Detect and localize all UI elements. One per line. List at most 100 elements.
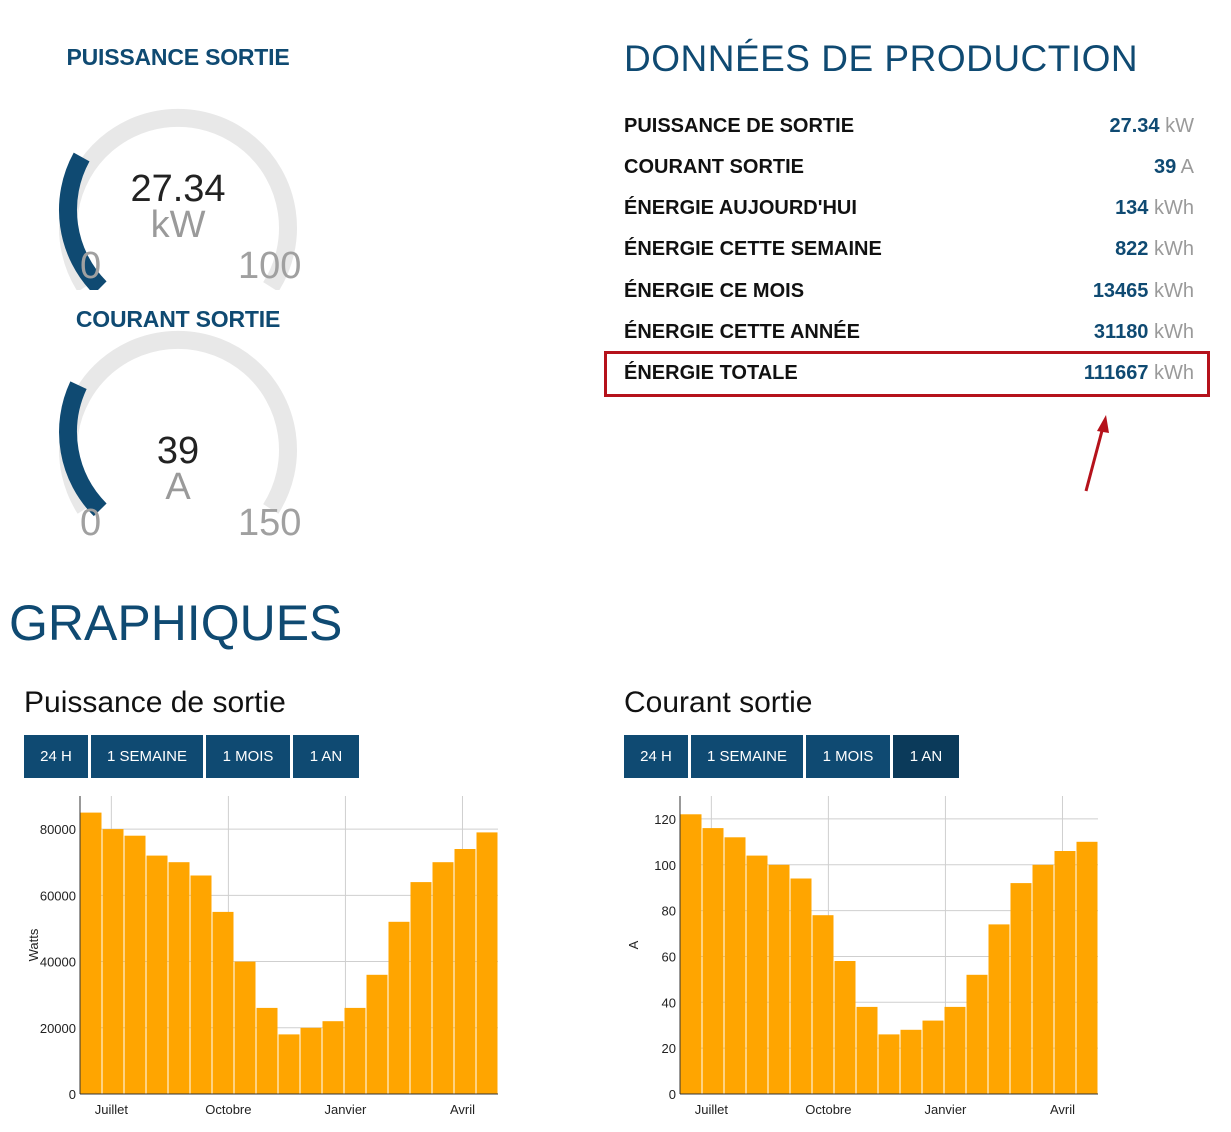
chart-bar (680, 814, 702, 1094)
production-value: 822 kWh (1115, 238, 1194, 261)
x-tick-label: Avril (450, 1102, 475, 1117)
chart-bar (234, 961, 256, 1094)
production-title: DONNÉES DE PRODUCTION (624, 38, 1139, 79)
production-label: ÉNERGIE AUJOURD'HUI (624, 197, 857, 219)
x-tick-label: Octobre (805, 1102, 851, 1117)
gauge-min: 0 (80, 502, 102, 544)
chart-bar (790, 878, 812, 1094)
gauge-max: 100 (238, 245, 302, 287)
chart-bar (768, 864, 790, 1094)
y-tick-label: 80 (662, 904, 676, 919)
chart-title-puissance: Puissance de sortie (24, 686, 286, 719)
chart-bar (212, 911, 234, 1094)
production-label: ÉNERGIE CETTE ANNÉE (624, 321, 860, 343)
production-number: 31180 (1093, 321, 1149, 343)
production-number: 822 (1115, 238, 1149, 260)
gauge-courant: COURANT SORTIE 39 A 0 150 (28, 302, 328, 552)
chart-bar (146, 855, 168, 1094)
chart-bar (834, 961, 856, 1094)
y-tick-label: 0 (669, 1087, 676, 1102)
x-tick-label: Octobre (205, 1102, 251, 1117)
chart-puissance: 0 20000 40000 60000 80000 Juillet Octobre Janvi… (26, 796, 498, 1117)
production-row: COURANT SORTIE 39 A (624, 156, 1194, 186)
production-unit: kWh (1154, 238, 1194, 260)
chart-bar (168, 862, 190, 1094)
chart-bar (878, 1034, 900, 1094)
chart-bar (900, 1029, 922, 1094)
graphs-title: GRAPHIQUES (9, 595, 343, 651)
y-tick-label: 40 (662, 995, 676, 1010)
chart-bar (746, 855, 768, 1094)
range-1-mois-button[interactable]: 1 MOIS (806, 735, 890, 778)
gauge-unit: kW (150, 204, 206, 246)
chart-bar (102, 829, 124, 1094)
production-row: PUISSANCE DE SORTIE 27.34 kW (624, 115, 1194, 145)
production-label: PUISSANCE DE SORTIE (624, 115, 855, 137)
production-number: 13465 (1092, 280, 1149, 302)
production-number: 39 (1153, 156, 1177, 178)
y-axis-label: A (626, 940, 641, 949)
y-tick-label: 20 (662, 1041, 676, 1056)
chart-bar (922, 1020, 944, 1094)
y-axis-label: Watts (26, 928, 41, 961)
gauge-puissance: PUISSANCE SORTIE 27.34 kW 0 100 (28, 40, 328, 290)
chart-bar (432, 862, 454, 1094)
production-number: 27.34 (1109, 115, 1160, 137)
range-24h-button[interactable]: 24 H (24, 735, 88, 778)
chart-bar (388, 921, 410, 1094)
x-tick-label: Janvier (924, 1102, 967, 1117)
chart-bar (322, 1021, 344, 1094)
production-unit: kW (1165, 115, 1194, 137)
chart-bar (724, 837, 746, 1094)
chart-bar (278, 1034, 300, 1094)
production-row: ÉNERGIE CETTE ANNÉE 31180 kWh (624, 321, 1194, 351)
production-row: ÉNERGIE CE MOIS 13465 kWh (624, 280, 1194, 310)
production-unit: A (1180, 156, 1194, 178)
chart-bar (856, 1006, 878, 1094)
y-tick-label: 60 (662, 949, 676, 964)
chart-bars (680, 814, 1098, 1094)
chart-courant: 0 20 40 60 80 100 120 Juillet Octobre Janvier Avri… (626, 796, 1098, 1117)
chart-bar (812, 915, 834, 1094)
production-label: ÉNERGIE CE MOIS (624, 280, 805, 302)
highlight-box (604, 351, 1210, 397)
x-tick-label: Juillet (95, 1102, 129, 1117)
gauge-min: 0 (80, 245, 102, 287)
chart-bar (1054, 851, 1076, 1094)
chart-bar (966, 974, 988, 1094)
y-tick-label: 80000 (40, 822, 76, 837)
chart-bar (344, 1007, 366, 1094)
chart-bar (300, 1027, 322, 1094)
range-1-mois-button[interactable]: 1 MOIS (206, 735, 290, 778)
chart-bar (1032, 864, 1054, 1094)
chart-bars (80, 812, 498, 1094)
chart-bar (454, 849, 476, 1094)
production-number: 134 (1115, 197, 1149, 219)
range-1-an-button[interactable]: 1 AN (293, 735, 359, 778)
production-value: 31180 kWh (1094, 321, 1194, 344)
annotation-arrow-icon (1084, 415, 1109, 492)
y-tick-label: 40000 (40, 955, 76, 970)
production-value: 39 A (1154, 156, 1194, 179)
production-unit: kWh (1154, 321, 1194, 343)
production-label: COURANT SORTIE (624, 156, 804, 178)
production-label: ÉNERGIE CETTE SEMAINE (624, 238, 882, 260)
production-value: 13465 kWh (1093, 280, 1194, 303)
chart-bar (80, 812, 102, 1094)
range-1-an-button[interactable]: 1 AN (893, 735, 959, 778)
y-tick-label: 60000 (40, 888, 76, 903)
production-row: ÉNERGIE AUJOURD'HUI 134 kWh (624, 197, 1194, 227)
production-unit: kWh (1154, 280, 1194, 302)
range-1-semaine-button[interactable]: 1 SEMAINE (91, 735, 203, 778)
x-tick-label: Avril (1050, 1102, 1075, 1117)
chart-bar (476, 832, 498, 1094)
range-24h-button[interactable]: 24 H (624, 735, 688, 778)
x-tick-label: Juillet (695, 1102, 729, 1117)
chart-bar (1076, 841, 1098, 1094)
range-1-semaine-button[interactable]: 1 SEMAINE (691, 735, 803, 778)
production-value: 134 kWh (1115, 197, 1194, 220)
chart-bar (366, 974, 388, 1094)
chart-bar (702, 828, 724, 1094)
y-tick-label: 120 (654, 812, 676, 827)
chart-bar (190, 875, 212, 1094)
